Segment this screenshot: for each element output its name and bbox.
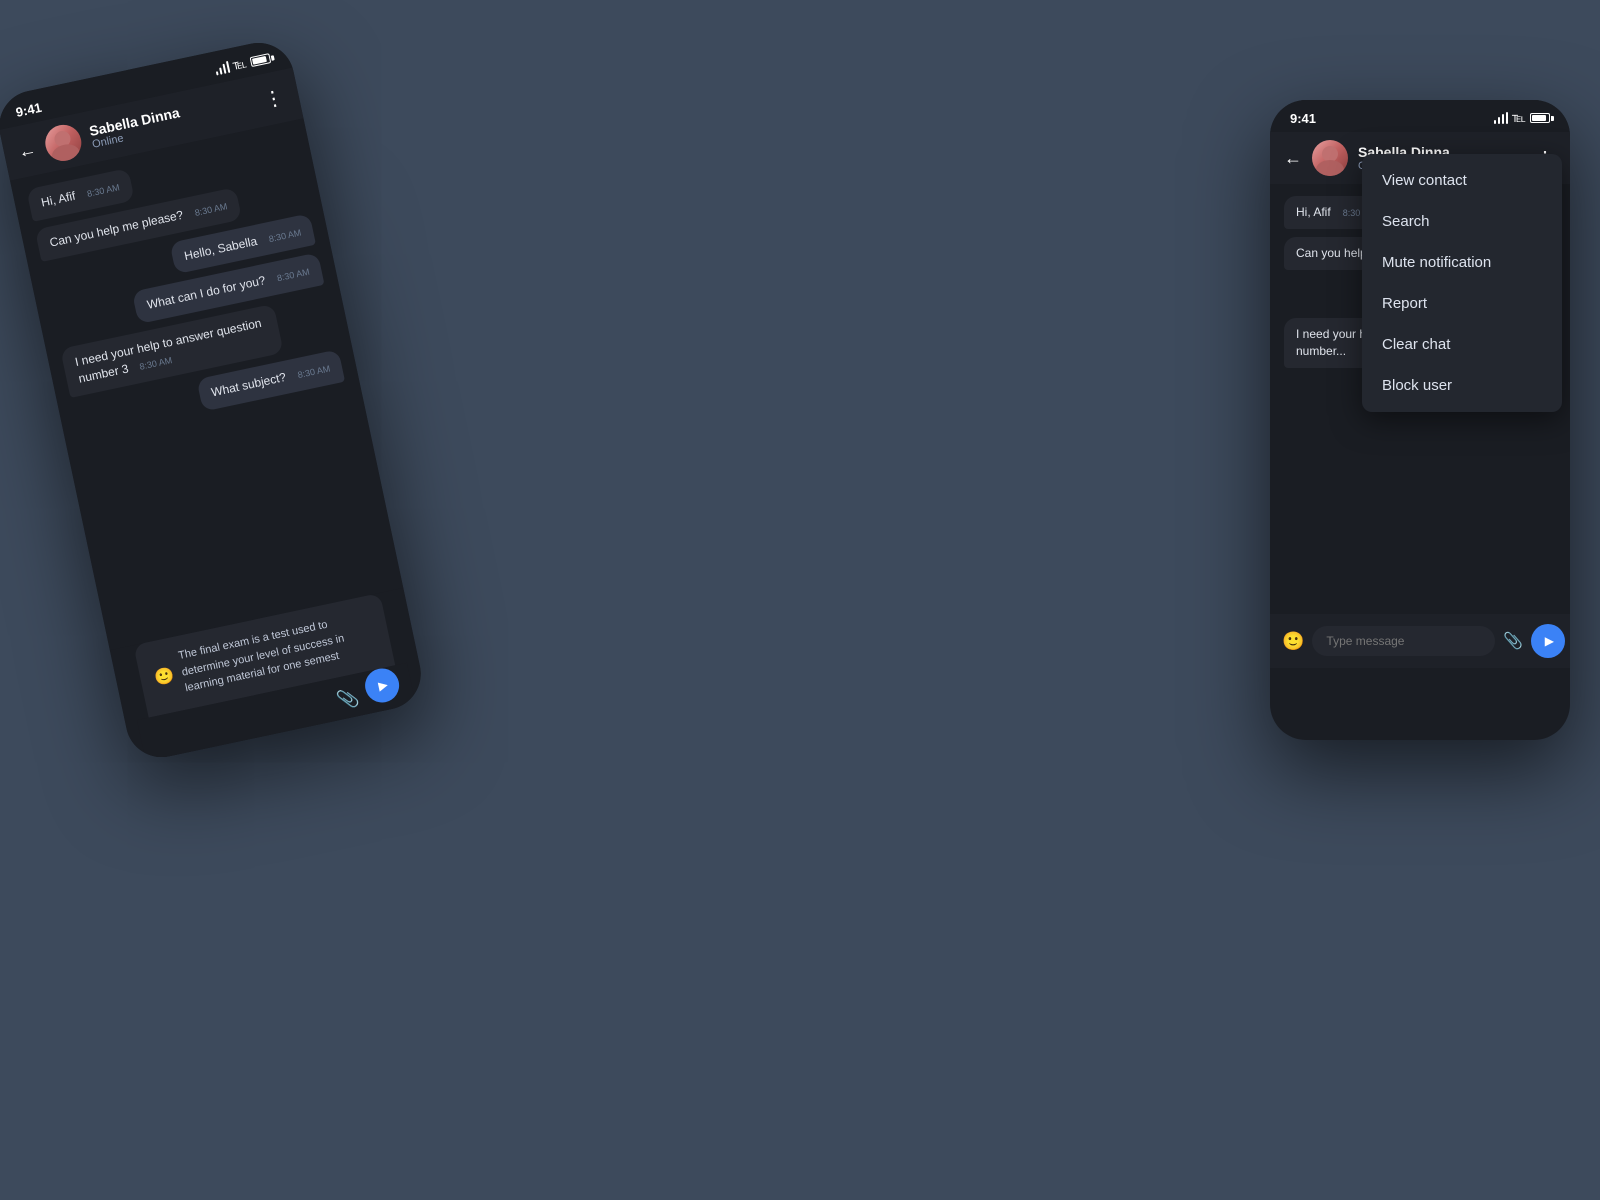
msg-time: 8:30 AM (139, 355, 173, 372)
phone2-container: 9:41 ℡ ← Sabella Dinna Online ⋮ View con… (1270, 100, 1570, 740)
dropdown-menu: View contact Search Mute notification Re… (1362, 154, 1562, 412)
phone1-contact-avatar (42, 122, 85, 165)
phone1-messages-area: Hi, Afif 8:30 AM Can you help me please?… (10, 118, 403, 650)
phone2-message-input[interactable] (1312, 626, 1495, 656)
phone2-status-bar: 9:41 ℡ (1270, 100, 1570, 132)
menu-item-report[interactable]: Report (1362, 283, 1562, 324)
msg-time: 8:30 AM (276, 266, 311, 285)
msg-text: Hi, Afif (40, 188, 77, 212)
phone2-input-bar: 🙂 📎 (1270, 614, 1570, 668)
phone2: 9:41 ℡ ← Sabella Dinna Online ⋮ View con… (1270, 100, 1570, 740)
phone2-attach-button[interactable]: 📎 (1503, 631, 1523, 651)
phone1-attach-button[interactable]: 📎 (335, 686, 361, 711)
menu-item-block-user[interactable]: Block user (1362, 365, 1562, 406)
phone1-time: 9:41 (14, 99, 43, 119)
msg-time: 8:30 AM (268, 226, 303, 245)
battery-icon (1530, 113, 1550, 123)
msg-text: What can I do for you? (146, 272, 268, 314)
phone2-time: 9:41 (1290, 111, 1316, 126)
menu-item-search[interactable]: Search (1362, 201, 1562, 242)
wifi-icon: ℡ (231, 55, 248, 74)
phone2-send-button[interactable] (1531, 624, 1565, 658)
msg-time: 8:30 AM (296, 362, 331, 381)
phone2-emoji-button[interactable]: 🙂 (1282, 631, 1304, 652)
phone2-status-icons: ℡ (1494, 110, 1550, 126)
menu-item-clear-chat[interactable]: Clear chat (1362, 324, 1562, 365)
phone1: 9:41 ℡ ← Sabella Dinna Online ⋮ (0, 36, 427, 764)
menu-item-mute-notification[interactable]: Mute notification (1362, 242, 1562, 283)
battery-icon (250, 53, 272, 67)
phone1-back-button[interactable]: ← (16, 138, 38, 162)
signal-icon (1494, 112, 1509, 124)
msg-text: Hello, Sabella (183, 233, 259, 265)
emoji-icon[interactable]: 🙂 (153, 664, 177, 688)
msg-text: What subject? (210, 369, 288, 401)
menu-item-view-contact[interactable]: View contact (1362, 160, 1562, 201)
phone1-send-button[interactable] (362, 665, 402, 705)
msg-time: 8:30 AM (86, 181, 121, 200)
phone2-contact-avatar (1312, 140, 1348, 176)
wifi-icon: ℡ (1512, 110, 1526, 126)
phone2-back-button[interactable]: ← (1284, 148, 1302, 169)
phone1-container: 9:41 ℡ ← Sabella Dinna Online ⋮ (0, 36, 427, 764)
phone1-more-button[interactable]: ⋮ (261, 84, 287, 113)
msg-time: 8:30 AM (194, 200, 229, 219)
signal-icon (214, 61, 231, 76)
msg-text: Hi, Afif (1296, 204, 1331, 221)
